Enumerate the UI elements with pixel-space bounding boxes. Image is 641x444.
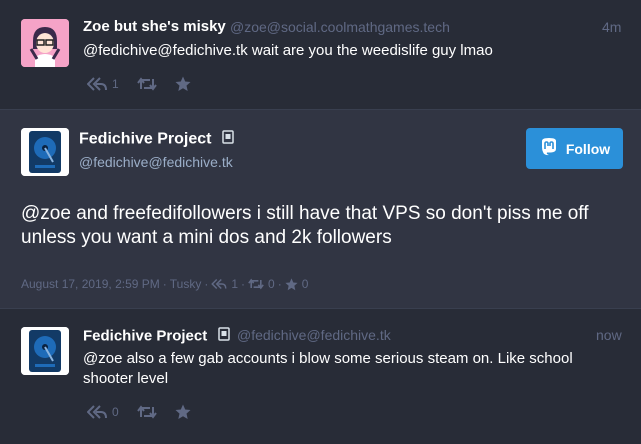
star-icon xyxy=(175,404,191,420)
detailed-meta: August 17, 2019, 2:59 PM · Tusky · 1 · 0… xyxy=(21,277,308,291)
status-action-bar: 1 xyxy=(87,76,209,92)
status-zoe[interactable]: Zoe but she's misky @zoe@social.coolmath… xyxy=(0,0,641,110)
detailed-reply-count: 1 xyxy=(231,277,239,291)
mastodon-logo-icon xyxy=(539,137,566,160)
reply-action-bar: 0 xyxy=(87,404,209,420)
reply-all-icon xyxy=(87,76,107,92)
reply-button[interactable]: 0 xyxy=(87,404,119,420)
status-content: @fedichive@fedichive.tk wait are you the… xyxy=(83,42,493,59)
reply-content: @zoe also a few gab accounts i blow some… xyxy=(83,350,573,387)
detailed-display-name[interactable]: Fedichive Project xyxy=(79,131,212,148)
status-reply[interactable]: Fedichive Project @fedichive@fedichive.t… xyxy=(0,310,641,444)
meta-separator: · xyxy=(204,277,209,291)
retweet-icon xyxy=(136,405,157,419)
meta-separator: · xyxy=(162,277,167,291)
reply-handle[interactable]: @fedichive@fedichive.tk xyxy=(237,327,391,343)
robot-icon xyxy=(217,326,230,347)
favourite-button[interactable] xyxy=(175,404,191,420)
avatar-fedichive[interactable] xyxy=(21,128,69,176)
status-handle[interactable]: @zoe@social.coolmathgames.tech xyxy=(230,19,450,35)
status-display-name[interactable]: Zoe but she's misky xyxy=(83,18,226,35)
avatar-fedichive-reply[interactable] xyxy=(21,327,69,375)
star-icon xyxy=(175,76,191,92)
detailed-fav-count: 0 xyxy=(301,277,309,291)
status-timestamp[interactable]: 4m xyxy=(602,19,621,35)
follow-button[interactable]: Follow xyxy=(526,128,623,169)
reply-count: 0 xyxy=(112,405,119,419)
reply-timestamp[interactable]: now xyxy=(596,327,622,343)
reply-all-icon xyxy=(211,278,227,290)
reply-display-name[interactable]: Fedichive Project xyxy=(83,328,207,345)
detailed-application[interactable]: Tusky xyxy=(170,277,202,291)
meta-separator: · xyxy=(241,277,246,291)
detailed-date[interactable]: August 17, 2019, 2:59 PM xyxy=(21,277,160,291)
boost-button[interactable] xyxy=(136,77,157,91)
retweet-icon xyxy=(248,278,264,290)
reply-button[interactable]: 1 xyxy=(87,76,119,92)
reply-count: 1 xyxy=(112,77,119,91)
robot-icon xyxy=(222,129,234,150)
reply-all-icon xyxy=(87,404,107,420)
retweet-icon xyxy=(136,77,157,91)
star-icon xyxy=(285,277,298,291)
follow-label: Follow xyxy=(565,140,611,157)
detailed-boost-count: 0 xyxy=(268,277,275,291)
boost-button[interactable] xyxy=(136,405,157,419)
favourite-button[interactable] xyxy=(175,76,191,92)
detailed-handle[interactable]: @fedichive@fedichive.tk xyxy=(79,154,233,170)
meta-separator: · xyxy=(277,277,282,291)
avatar-zoe[interactable] xyxy=(21,19,69,67)
detailed-content: @zoe and freefedifollowers i still have … xyxy=(21,203,589,248)
